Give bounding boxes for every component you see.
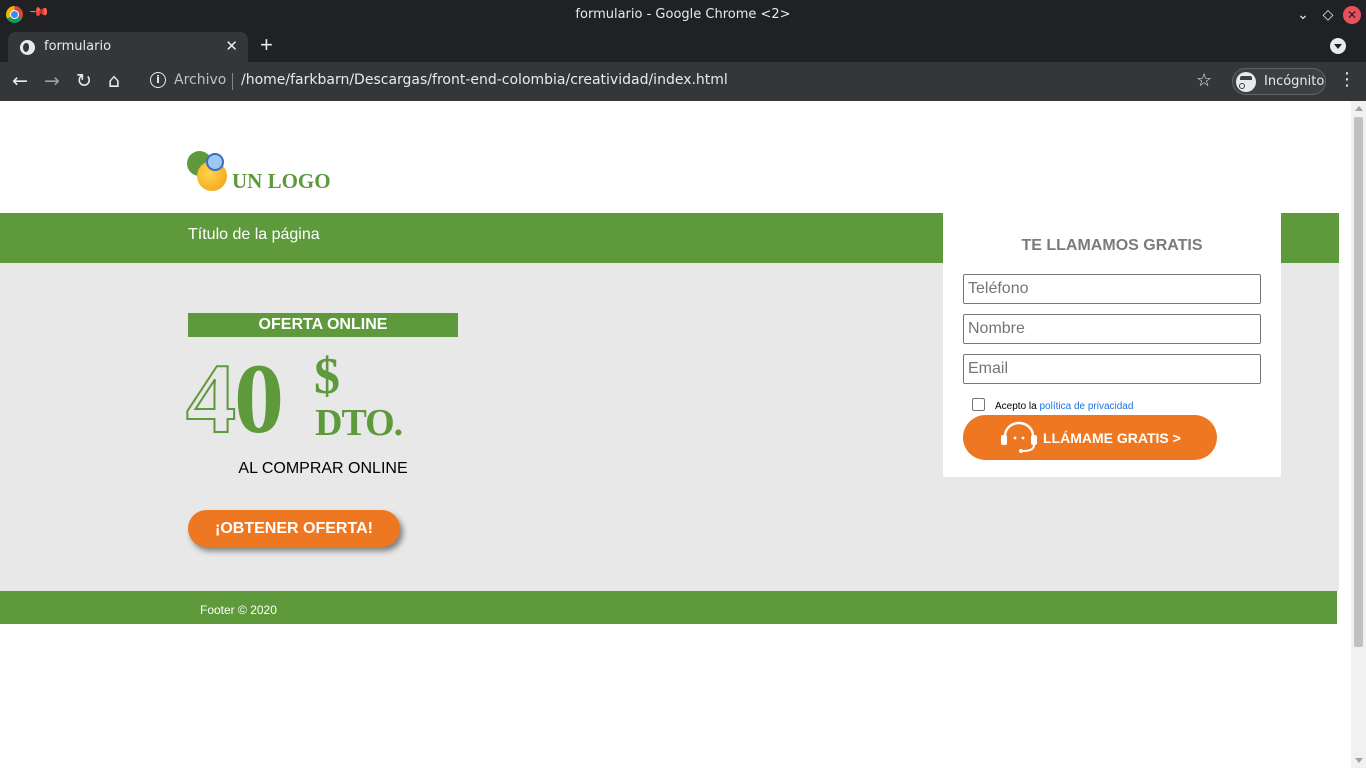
- logo-text[interactable]: UN LOGO: [232, 169, 331, 194]
- footer-text: Footer © 2020: [200, 603, 277, 617]
- phone-field[interactable]: [963, 274, 1261, 304]
- new-tab-button[interactable]: +: [260, 33, 273, 57]
- incognito-icon: [1236, 72, 1256, 92]
- discount-label: DTO.: [315, 402, 403, 444]
- logo-icon[interactable]: [187, 151, 229, 193]
- tab-strip: formulario ✕ +: [0, 29, 1366, 62]
- back-icon[interactable]: ←: [12, 70, 28, 92]
- incognito-label: Incógnito: [1264, 74, 1325, 89]
- scrollbar-thumb[interactable]: [1354, 117, 1363, 647]
- discount-amount: 40: [185, 348, 284, 450]
- headset-icon: [1001, 421, 1037, 453]
- bookmark-star-icon[interactable]: ☆: [1196, 70, 1212, 91]
- window-title: formulario - Google Chrome <2>: [575, 7, 791, 22]
- tab-close-icon[interactable]: ✕: [225, 37, 238, 55]
- tab-search-icon[interactable]: [1330, 38, 1346, 54]
- discount-digit-zero: 0: [234, 343, 284, 454]
- name-field[interactable]: [963, 314, 1261, 344]
- globe-icon: [20, 40, 35, 55]
- call-me-button[interactable]: LLÁMAME GRATIS >: [963, 415, 1217, 460]
- discount-digit-four: 4: [185, 343, 237, 454]
- page-viewport: UN LOGO Título de la página OFERTA ONLIN…: [0, 101, 1351, 768]
- minimize-icon[interactable]: ⌄: [1294, 6, 1312, 24]
- privacy-consent: Acepto la política de privacidad: [995, 401, 1133, 412]
- logo-blue-circle: [206, 153, 224, 171]
- call-me-label: LLÁMAME GRATIS >: [1043, 430, 1181, 446]
- page-scrollbar[interactable]: [1351, 101, 1366, 768]
- form-title: TE LLAMAMOS GRATIS: [1021, 237, 1203, 254]
- forward-icon[interactable]: →: [44, 70, 60, 92]
- reload-icon[interactable]: ↻: [76, 70, 92, 92]
- browser-toolbar: ← → ↻ ⌂ i Archivo /home/farkbarn/Descarg…: [0, 62, 1366, 101]
- home-icon[interactable]: ⌂: [108, 70, 120, 92]
- privacy-policy-link[interactable]: política de privacidad: [1039, 401, 1133, 412]
- email-field[interactable]: [963, 354, 1261, 384]
- obtain-offer-button[interactable]: ¡OBTENER OFERTA!: [188, 510, 400, 547]
- privacy-checkbox[interactable]: [972, 398, 985, 411]
- close-icon[interactable]: ✕: [1343, 6, 1361, 24]
- site-info-icon[interactable]: i: [150, 72, 166, 88]
- scroll-up-icon[interactable]: [1355, 106, 1363, 111]
- maximize-icon[interactable]: ◇: [1319, 6, 1337, 24]
- currency-symbol: $: [314, 348, 340, 405]
- tab-formulario[interactable]: formulario ✕: [8, 32, 248, 62]
- privacy-prefix: Acepto la: [995, 401, 1037, 412]
- address-bar[interactable]: /home/farkbarn/Descargas/front-end-colom…: [241, 72, 728, 88]
- tab-label: formulario: [44, 39, 112, 54]
- offer-online-tag: OFERTA ONLINE: [188, 313, 458, 337]
- buy-online-text: AL COMPRAR ONLINE: [238, 460, 408, 477]
- browser-menu-icon[interactable]: ⋮: [1338, 69, 1356, 91]
- page-title: Título de la página: [188, 226, 320, 243]
- omnibox-divider: [232, 73, 233, 90]
- scheme-label[interactable]: Archivo: [174, 72, 226, 88]
- callback-form: TE LLAMAMOS GRATIS Acepto la política de…: [943, 213, 1281, 477]
- incognito-badge[interactable]: Incógnito: [1232, 68, 1326, 95]
- title-bar: 📌 formulario - Google Chrome <2> ⌄ ◇ ✕: [0, 0, 1366, 29]
- scroll-down-icon[interactable]: [1355, 758, 1363, 763]
